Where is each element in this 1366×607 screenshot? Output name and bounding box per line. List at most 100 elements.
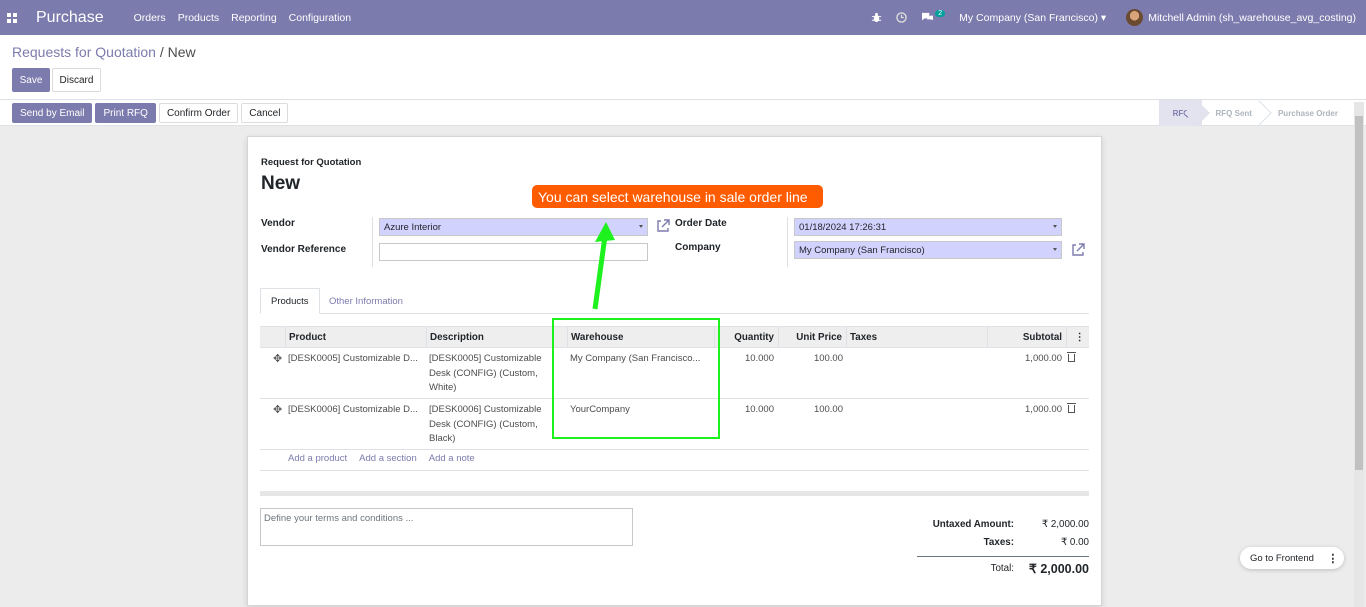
label-divider	[372, 217, 373, 267]
document-name: New	[261, 173, 301, 194]
menu-configuration[interactable]: Configuration	[289, 12, 351, 24]
chevron-down-icon	[639, 225, 643, 228]
menu-products[interactable]: Products	[178, 12, 219, 24]
scrollbar-thumb[interactable]	[1355, 116, 1363, 470]
row-quantity[interactable]: 10.000	[714, 352, 774, 367]
header-buttons: Send by Email Print RFQ Confirm Order Ca…	[12, 103, 289, 123]
untaxed-amount-label: Untaxed Amount:	[932, 519, 1014, 530]
add-line-links: Add a product Add a section Add a note	[288, 453, 475, 464]
document-type-label: Request for Quotation	[261, 157, 362, 168]
row-unit-price[interactable]: 100.00	[778, 352, 843, 367]
cancel-button[interactable]: Cancel	[241, 103, 289, 123]
trash-icon[interactable]	[1067, 403, 1076, 413]
stage-rfq-sent[interactable]: RFQ Sent	[1202, 100, 1264, 126]
company-switcher-label: My Company (San Francisco)	[959, 11, 1099, 24]
row-description[interactable]: [DESK0005] Customizable Desk (CONFIG) (C…	[429, 352, 541, 396]
label-divider	[787, 217, 788, 267]
add-section-link[interactable]: Add a section	[359, 453, 417, 464]
print-rfq-button[interactable]: Print RFQ	[95, 103, 156, 123]
section-separator	[260, 491, 1089, 496]
row-description[interactable]: [DESK0006] Customizable Desk (CONFIG) (C…	[429, 403, 541, 447]
company-label: Company	[675, 242, 721, 253]
untaxed-amount-row: Untaxed Amount: ₹ 2,000.00	[917, 519, 1089, 533]
breadcrumb: Requests for Quotation / New	[12, 44, 196, 60]
user-menu[interactable]: Mitchell Admin (sh_warehouse_avg_costing…	[1126, 9, 1356, 26]
column-description[interactable]: Description	[426, 327, 567, 347]
row-subtotal: 1,000.00	[1025, 404, 1062, 415]
column-taxes[interactable]: Taxes	[846, 327, 987, 347]
untaxed-amount-value: ₹ 2,000.00	[1041, 519, 1089, 530]
row-product[interactable]: [DESK0006] Customizable D...	[288, 403, 418, 418]
description-line: Desk (CONFIG) (Custom,	[429, 418, 538, 430]
vendor-value: Azure Interior	[384, 221, 442, 233]
row-subtotal: 1,000.00	[1025, 353, 1062, 364]
go-to-frontend-widget: Go to Frontend ⋮	[1240, 547, 1344, 569]
messages-count-badge: 2	[935, 10, 946, 17]
company-value: My Company (San Francisco)	[799, 244, 925, 256]
description-line: Desk (CONFIG) (Custom,	[429, 367, 538, 379]
annotation-callout: You can select warehouse in sale order l…	[532, 185, 823, 208]
totals-divider	[917, 556, 1089, 557]
navbar-systray: 2 My Company (San Francisco) ▾ Mitchell …	[871, 0, 1366, 35]
column-unit-price[interactable]: Unit Price	[778, 327, 846, 347]
trash-icon[interactable]	[1067, 352, 1076, 362]
company-select[interactable]: My Company (San Francisco)	[794, 241, 1062, 259]
add-product-link[interactable]: Add a product	[288, 453, 347, 464]
messages-icon[interactable]: 2	[921, 10, 946, 23]
total-value: ₹ 2,000.00	[1028, 562, 1089, 576]
drag-handle-icon[interactable]: ✥	[273, 352, 282, 365]
order-date-label: Order Date	[675, 218, 727, 229]
stage-rfq[interactable]: RFQ	[1158, 100, 1202, 126]
description-line: [DESK0006] Customizable	[429, 404, 542, 415]
stage-purchase-order[interactable]: Purchase Order	[1264, 100, 1350, 126]
tab-other-information[interactable]: Other Information	[319, 288, 413, 314]
page-scrollbar[interactable]	[1354, 102, 1364, 607]
description-line: Black)	[429, 433, 456, 444]
warehouse-column-highlight	[552, 318, 720, 439]
company-switcher[interactable]: My Company (San Francisco) ▾	[959, 12, 1106, 24]
chevron-down-icon	[1053, 248, 1057, 251]
taxes-label: Taxes:	[983, 537, 1014, 548]
main-menu: Orders Products Reporting Configuration	[134, 12, 352, 24]
order-date-value: 01/18/2024 17:26:31	[799, 221, 887, 233]
terms-and-conditions-input[interactable]: Define your terms and conditions ...	[260, 508, 633, 546]
order-date-input[interactable]: 01/18/2024 17:26:31	[794, 218, 1062, 236]
chevron-down-icon	[1053, 225, 1057, 228]
discard-button[interactable]: Discard	[52, 68, 101, 92]
tab-products[interactable]: Products	[260, 288, 320, 314]
row-quantity[interactable]: 10.000	[714, 403, 774, 418]
control-panel: Requests for Quotation / New Save Discar…	[0, 35, 1366, 100]
menu-orders[interactable]: Orders	[134, 12, 166, 24]
bug-icon[interactable]	[871, 12, 882, 23]
column-options-icon[interactable]: ⋮	[1066, 327, 1089, 347]
column-subtotal[interactable]: Subtotal	[987, 327, 1066, 347]
more-options-icon[interactable]: ⋮	[1324, 549, 1342, 567]
status-bar: Send by Email Print RFQ Confirm Order Ca…	[0, 100, 1366, 126]
annotation-arrow-icon	[592, 222, 615, 310]
stage-pipeline: RFQ RFQ Sent Purchase Order	[1158, 100, 1350, 126]
notebook-tabs: Products Other Information	[260, 288, 1089, 314]
row-unit-price[interactable]: 100.00	[778, 403, 843, 418]
external-link-icon[interactable]	[656, 219, 670, 233]
description-line: [DESK0005] Customizable	[429, 353, 542, 364]
column-quantity[interactable]: Quantity	[714, 327, 778, 347]
total-label: Total:	[990, 563, 1014, 574]
breadcrumb-current: New	[167, 44, 196, 60]
save-button[interactable]: Save	[12, 68, 50, 92]
go-to-frontend-button[interactable]: Go to Frontend	[1250, 553, 1314, 564]
column-product[interactable]: Product	[285, 327, 426, 347]
external-link-icon[interactable]	[1071, 243, 1085, 257]
top-navbar: Purchase Orders Products Reporting Confi…	[0, 0, 1366, 35]
menu-reporting[interactable]: Reporting	[231, 12, 277, 24]
activity-clock-icon[interactable]	[896, 12, 908, 23]
confirm-order-button[interactable]: Confirm Order	[158, 103, 239, 123]
drag-handle-icon[interactable]: ✥	[273, 403, 282, 416]
add-note-link[interactable]: Add a note	[429, 453, 475, 464]
vendor-label: Vendor	[261, 218, 295, 229]
breadcrumb-parent[interactable]: Requests for Quotation	[12, 44, 156, 60]
table-bottom-divider	[260, 470, 1089, 471]
row-product[interactable]: [DESK0005] Customizable D...	[288, 352, 418, 367]
apps-menu-icon[interactable]	[0, 0, 24, 35]
send-by-email-button[interactable]: Send by Email	[12, 103, 93, 123]
app-name[interactable]: Purchase	[36, 9, 104, 27]
